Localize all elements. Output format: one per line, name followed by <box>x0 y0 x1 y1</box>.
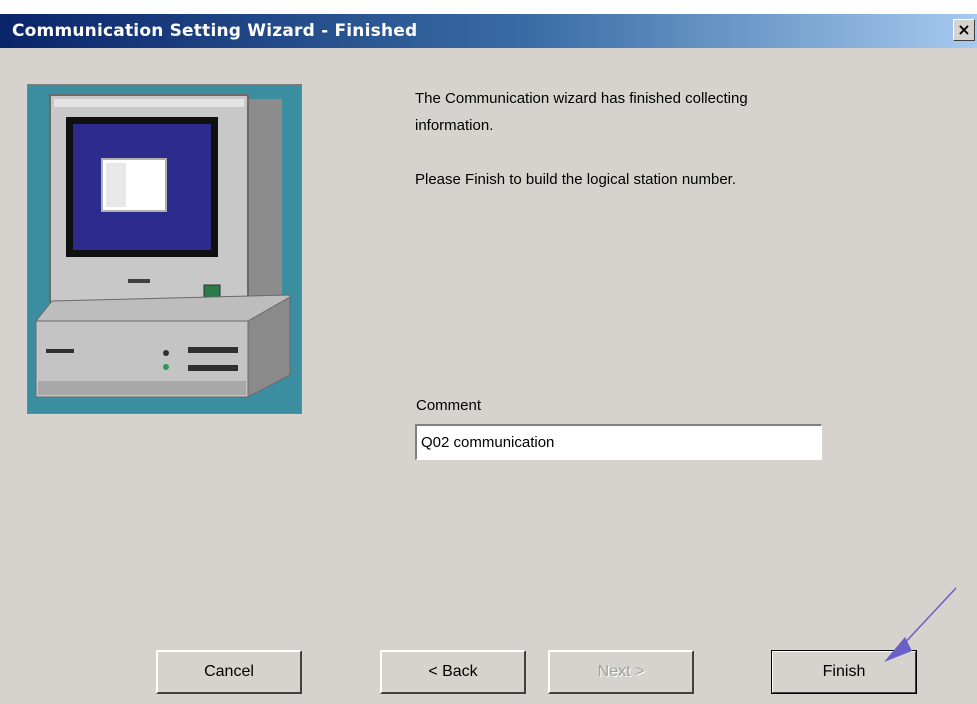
message-line-3: Please Finish to build the logical stati… <box>415 171 737 188</box>
cancel-button[interactable]: Cancel <box>156 650 302 694</box>
title-bar: Communication Setting Wizard - Finished … <box>0 0 977 48</box>
comment-label: Comment <box>416 397 482 414</box>
next-button: Next > <box>548 650 694 694</box>
message-line-2: information. <box>415 117 494 134</box>
wizard-illustration <box>27 84 302 414</box>
close-button[interactable]: × <box>953 19 975 41</box>
comment-input[interactable] <box>415 424 822 460</box>
wizard-dialog: The Communication wizard has finished co… <box>0 48 977 704</box>
window-title: Communication Setting Wizard - Finished <box>12 21 418 41</box>
computer-icon <box>34 94 291 398</box>
finish-button[interactable]: Finish <box>771 650 917 694</box>
message-line-1: The Communication wizard has finished co… <box>415 90 748 107</box>
back-button[interactable]: < Back <box>380 650 526 694</box>
